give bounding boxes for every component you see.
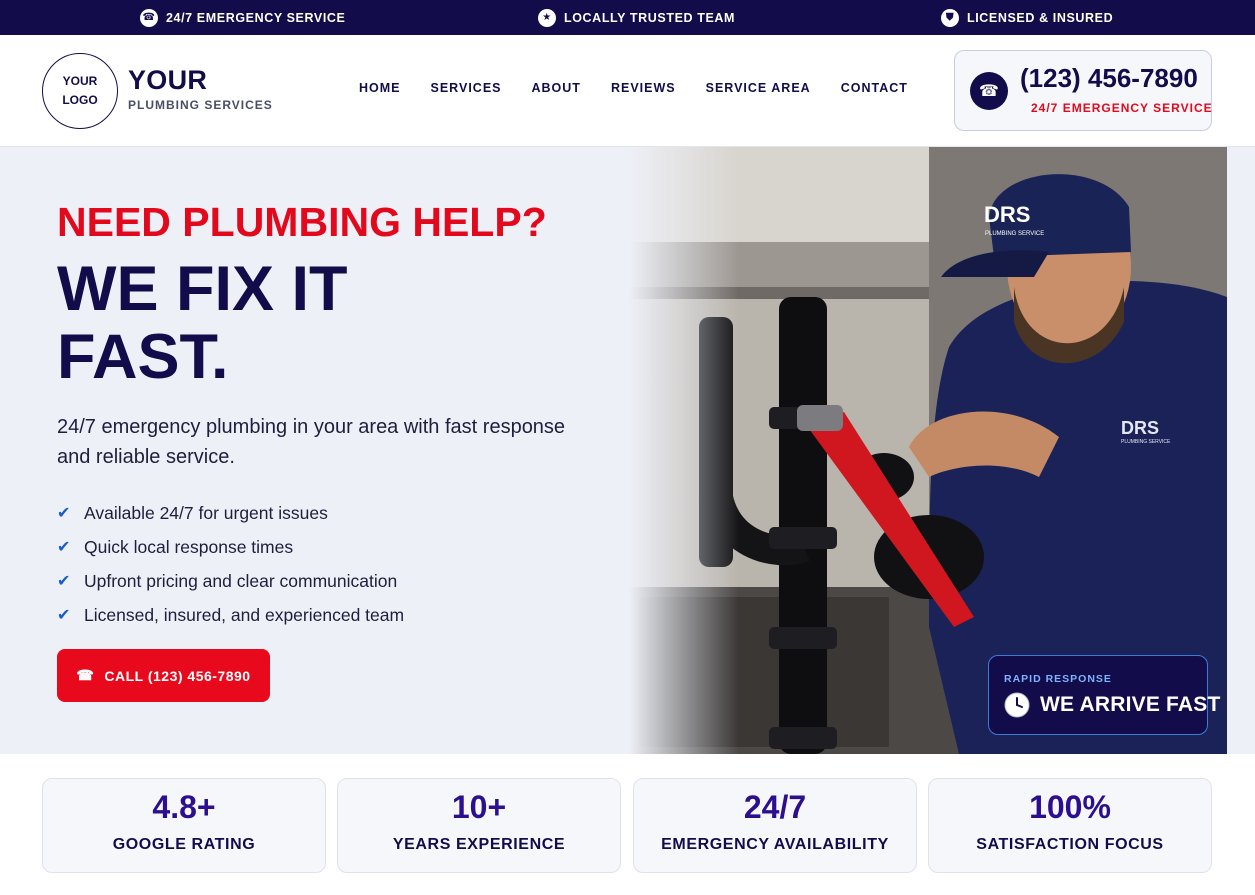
feature-text: Upfront pricing and clear communication [84, 570, 398, 591]
nav-services[interactable]: SERVICES [431, 81, 502, 95]
header-phone-number: (123) 456-7890 [1020, 63, 1198, 93]
checkmark-icon: ✔ [57, 607, 71, 624]
list-item: ✔ Available 24/7 for urgent issues [57, 496, 404, 530]
main-nav: HOME SERVICES ABOUT REVIEWS SERVICE AREA… [359, 81, 908, 95]
nav-contact[interactable]: CONTACT [841, 81, 908, 95]
list-item: ✔ Upfront pricing and clear communicatio… [57, 564, 404, 598]
topbar-item-licensed: ⛊ LICENSED & INSURED [941, 0, 1113, 35]
brand-subtitle: PLUMBING SERVICES [128, 98, 273, 112]
topbar-item-emergency: ☎ 24/7 EMERGENCY SERVICE [140, 0, 345, 35]
brand-name: YOUR [128, 65, 208, 95]
hero-headline-line-1: WE FIX IT [57, 254, 348, 324]
stat-value: 24/7 [743, 789, 807, 825]
feature-text: Quick local response times [84, 536, 294, 557]
hero-kicker: NEED PLUMBING HELP? [57, 199, 547, 245]
phone-icon: ☎ [76, 667, 95, 683]
topbar-item-label: LOCALLY TRUSTED TEAM [564, 10, 736, 25]
feature-text: Available 24/7 for urgent issues [84, 502, 328, 523]
stat-label: SATISFACTION FOCUS [976, 836, 1164, 853]
stat-value: 10+ [451, 789, 507, 825]
stat-card-satisfaction: 100% SATISFACTION FOCUS [928, 778, 1212, 873]
nav-service-area[interactable]: SERVICE AREA [706, 81, 811, 95]
badge-row: WE ARRIVE FAST [1004, 692, 1221, 718]
badge-text: WE ARRIVE FAST [1040, 693, 1221, 716]
site-header: YOUR LOGO YOUR PLUMBING SERVICES HOME SE… [0, 35, 1255, 147]
hero-headline-line-2: FAST. [57, 322, 229, 392]
call-now-button[interactable]: ☎ CALL (123) 456-7890 [57, 649, 270, 702]
nav-home[interactable]: HOME [359, 81, 401, 95]
call-now-label: CALL (123) 456-7890 [104, 667, 251, 684]
logo-line-2: LOGO [62, 93, 98, 107]
checkmark-icon: ✔ [57, 505, 71, 522]
topbar-item-label: 24/7 EMERGENCY SERVICE [166, 10, 346, 25]
header-call-subtitle: 24/7 EMERGENCY SERVICE [1031, 101, 1213, 115]
checkmark-icon: ✔ [57, 539, 71, 556]
stat-card-rating: 4.8+ GOOGLE RATING [42, 778, 326, 873]
hero-photo-plumber: DRS PLUMBING SERVICE DRS PLUMBING SERVIC… [629, 147, 1227, 754]
shirt-logo-subtext: PLUMBING SERVICE [1121, 439, 1171, 445]
stat-value: 4.8+ [152, 789, 216, 825]
feature-list: ✔ Available 24/7 for urgent issues ✔ Qui… [57, 496, 404, 632]
cap-logo-subtext: PLUMBING SERVICE [985, 231, 1044, 237]
feature-text: Licensed, insured, and experienced team [84, 604, 405, 625]
checkmark-icon: ✔ [57, 573, 71, 590]
cap-logo-text: DRS [984, 202, 1030, 227]
stat-label: YEARS EXPERIENCE [392, 836, 566, 853]
stat-card-experience: 10+ YEARS EXPERIENCE [337, 778, 621, 873]
badge-label: RAPID RESPONSE [1004, 673, 1112, 685]
stat-value: 100% [1029, 789, 1111, 825]
photo-fade-overlay [629, 147, 739, 754]
hero-section: NEED PLUMBING HELP? WE FIX IT FAST. 24/7… [0, 147, 1255, 754]
shield-icon: ⛊ [941, 8, 959, 27]
logo-line-1: YOUR [62, 74, 98, 88]
stat-card-availability: 24/7 EMERGENCY AVAILABILITY [633, 778, 917, 873]
site-logo[interactable]: YOUR LOGO [42, 53, 118, 129]
list-item: ✔ Quick local response times [57, 530, 404, 564]
top-announcement-bar: ☎ 24/7 EMERGENCY SERVICE ★ LOCALLY TRUST… [0, 0, 1255, 35]
stats-section: 4.8+ GOOGLE RATING 10+ YEARS EXPERIENCE … [0, 755, 1255, 895]
shirt-logo-text: DRS [1121, 418, 1159, 438]
stat-label: GOOGLE RATING [112, 836, 256, 853]
clock-icon [1004, 692, 1030, 718]
phone-icon: ☎ [970, 72, 1008, 110]
hero-headline: WE FIX IT FAST. [57, 255, 347, 391]
hero-subtext: 24/7 emergency plumbing in your area wit… [57, 416, 566, 468]
topbar-item-trusted: ★ LOCALLY TRUSTED TEAM [538, 0, 735, 35]
star-icon: ★ [538, 8, 556, 27]
phone-icon: ☎ [140, 8, 158, 27]
stat-label: EMERGENCY AVAILABILITY [661, 836, 889, 853]
rapid-response-badge: RAPID RESPONSE WE ARRIVE FAST [988, 655, 1220, 735]
list-item: ✔ Licensed, insured, and experienced tea… [57, 598, 404, 632]
nav-reviews[interactable]: REVIEWS [611, 81, 676, 95]
header-call-button[interactable]: ☎ (123) 456-7890 24/7 EMERGENCY SERVICE [954, 50, 1212, 131]
nav-about[interactable]: ABOUT [532, 81, 581, 95]
topbar-item-label: LICENSED & INSURED [967, 10, 1114, 25]
